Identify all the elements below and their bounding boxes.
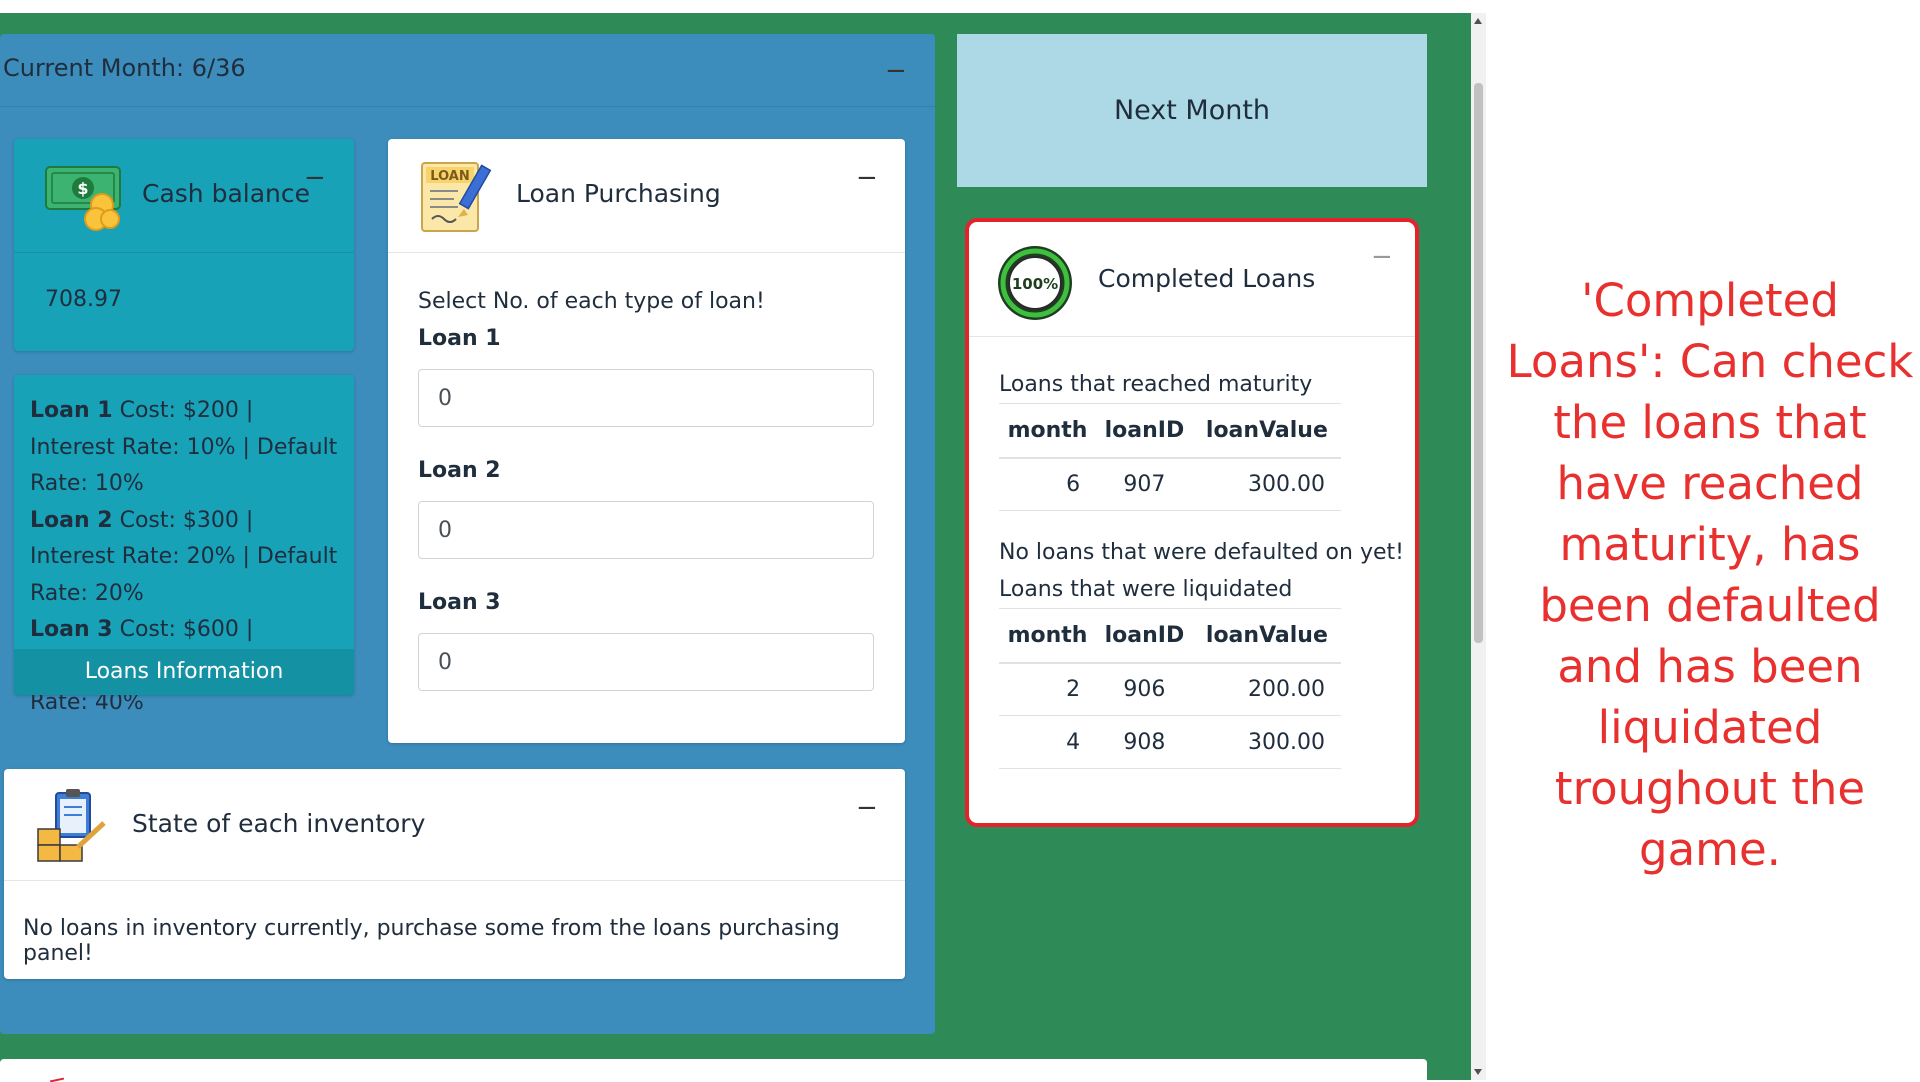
loan-2-input[interactable] (418, 501, 874, 559)
inventory-collapse-button[interactable]: − (856, 795, 878, 821)
current-month-label: Current Month: 6/36 (3, 54, 246, 82)
main-panel-header: Current Month: 6/36 − (0, 34, 935, 107)
table-header-row: month loanID loanValue (999, 608, 1341, 664)
loan-document-icon: LOAN (418, 157, 498, 241)
completed-loans-title: Completed Loans (1098, 264, 1316, 293)
scroll-down-arrow[interactable] (1474, 1069, 1482, 1075)
table-cell-loanvalue: 300.00 (1192, 715, 1341, 769)
loan-1-input[interactable] (418, 369, 874, 427)
loan-1-label: Loan 1 (418, 326, 501, 351)
column-header: loanID (1096, 403, 1193, 459)
loan-purchasing-header: LOAN Loan Purchasing − (388, 139, 905, 253)
loan-info-name: Loan 3 (30, 617, 113, 642)
table-cell-month: 2 (999, 662, 1097, 716)
completed-loans-header: 100% Completed Loans − (969, 222, 1415, 337)
scrollbar[interactable] (1471, 13, 1486, 1080)
completed-loans-annotation: 'Completed Loans': Can check the loans t… (1506, 274, 1914, 876)
column-header: loanID (1096, 608, 1193, 664)
loan-info-name: Loan 2 (30, 507, 113, 533)
table-cell-loanid: 908 (1096, 715, 1193, 769)
next-month-button[interactable]: Next Month (957, 34, 1427, 187)
cash-collapse-button[interactable]: − (304, 165, 326, 191)
inventory-clipboard-icon (34, 787, 110, 867)
loan-info-line: Loan 1 Cost: $200 | Interest Rate: 10% |… (30, 393, 338, 503)
top-strip (0, 0, 1471, 13)
inventory-empty-message: No loans in inventory currently, purchas… (23, 916, 840, 966)
loan-purchasing-title: Loan Purchasing (516, 179, 721, 208)
liquidated-loans-table: month loanID loanValue 2 906 200.00 4 90… (999, 608, 1341, 769)
cash-balance-header: $ Cash balance − (14, 139, 354, 253)
completed-100-percent-icon: 100% (996, 244, 1074, 326)
table-cell-loanid: 906 (1096, 662, 1193, 716)
loan-3-input[interactable] (418, 633, 874, 691)
table-cell-loanvalue: 300.00 (1192, 457, 1341, 511)
cash-balance-card: $ Cash balance − 708.97 (14, 139, 354, 351)
cash-balance-title: Cash balance (142, 179, 311, 208)
inventory-header: State of each inventory − (4, 769, 905, 881)
loan-purchasing-card: LOAN Loan Purchasing − Select No. of eac… (388, 139, 905, 743)
loan-info-name: Loan 1 (30, 398, 113, 423)
loan-3-label: Loan 3 (418, 590, 501, 615)
column-header: month (999, 403, 1097, 459)
next-panel-edge (0, 1059, 1427, 1082)
scroll-thumb[interactable] (1474, 83, 1483, 643)
matured-caption: Loans that reached maturity (999, 372, 1313, 397)
inventory-title: State of each inventory (132, 809, 426, 838)
completed-loans-card: 100% Completed Loans − Loans that reache… (965, 218, 1419, 827)
loan-2-label: Loan 2 (418, 458, 501, 483)
table-cell-month: 6 (999, 457, 1097, 511)
table-row: 6 907 300.00 (999, 457, 1341, 511)
defaulted-message: No loans that were defaulted on yet! (999, 540, 1404, 565)
table-row: 2 906 200.00 (999, 662, 1341, 716)
matured-loans-table: month loanID loanValue 6 907 300.00 (999, 403, 1341, 511)
inventory-card: State of each inventory − No loans in in… (4, 769, 905, 979)
scroll-up-arrow[interactable] (1474, 18, 1482, 24)
svg-text:LOAN: LOAN (430, 169, 469, 184)
table-header-row: month loanID loanValue (999, 403, 1341, 459)
table-cell-loanvalue: 200.00 (1192, 662, 1341, 716)
loans-information-footer[interactable]: Loans Information (14, 649, 354, 695)
table-cell-loanid: 907 (1096, 457, 1193, 511)
cash-money-icon: $ (44, 161, 124, 237)
column-header: loanValue (1192, 608, 1341, 664)
svg-text:$: $ (77, 179, 88, 198)
main-collapse-button[interactable]: − (885, 58, 907, 84)
loans-information-card: Loan 1 Cost: $200 | Interest Rate: 10% |… (14, 375, 354, 715)
completed-collapse-button[interactable]: − (1371, 244, 1393, 270)
liquidated-caption: Loans that were liquidated (999, 577, 1293, 602)
loan-purchasing-instructions: Select No. of each type of loan! (418, 289, 765, 314)
column-header: month (999, 608, 1097, 664)
column-header: loanValue (1192, 403, 1341, 459)
loan-info-line: Loan 2 Cost: $300 | Interest Rate: 20% |… (30, 503, 338, 613)
table-row: 4 908 300.00 (999, 715, 1341, 769)
loan-purchasing-body: Select No. of each type of loan! Loan 1 … (388, 253, 905, 743)
cash-balance-value: 708.97 (45, 287, 122, 312)
completed-badge-text: 100% (1012, 275, 1058, 293)
loan-purchasing-collapse-button[interactable]: − (856, 165, 878, 191)
table-cell-month: 4 (999, 715, 1097, 769)
